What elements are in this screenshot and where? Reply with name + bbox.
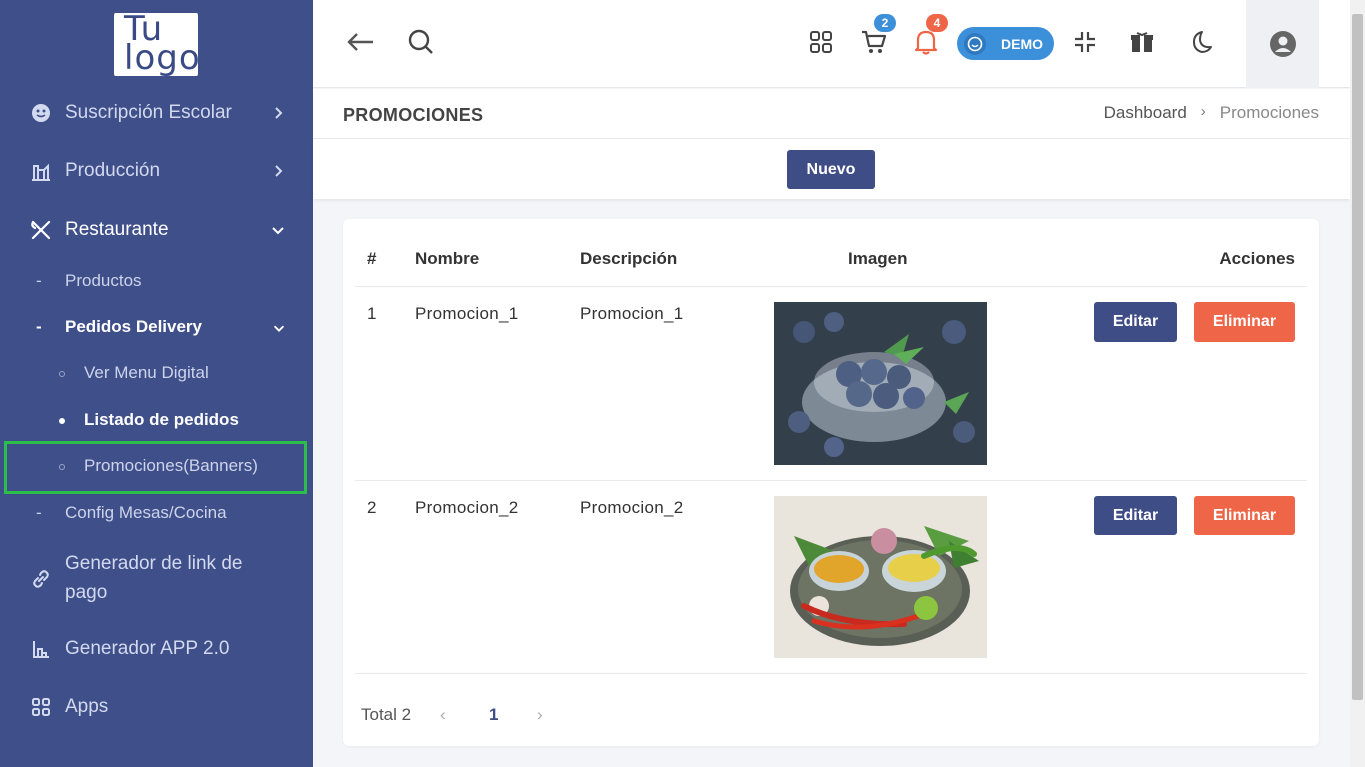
apps-icon (30, 696, 52, 718)
pagination-total: Total 2 (361, 705, 412, 724)
sidebar-sub-label: Pedidos Delivery (65, 317, 203, 336)
sidebar-item-label: Suscripción Escolar (65, 102, 232, 123)
dash-marker: - (36, 503, 42, 522)
scrollbar-thumb[interactable] (1352, 14, 1363, 700)
delete-button[interactable]: Eliminar (1194, 302, 1295, 342)
factory-icon (30, 160, 52, 182)
row-number: 1 (367, 304, 377, 323)
sidebar-sub-productos[interactable]: - Productos (0, 271, 313, 295)
action-bar: Nuevo (313, 139, 1350, 199)
sidebar-sub-label: Config Mesas/Cocina (65, 503, 227, 522)
divider (355, 480, 1307, 481)
column-header-descripcion: Descripción (580, 249, 678, 268)
sidebar-subsub-label: Ver Menu Digital (84, 363, 209, 382)
divider (355, 286, 1307, 287)
sidebar-item-apps[interactable]: Apps (0, 692, 313, 721)
dash-marker: - (36, 317, 42, 336)
demo-label: DEMO (1001, 36, 1043, 52)
column-header-number: # (367, 249, 377, 268)
promotions-table-card: # Nombre Descripción Imagen Acciones 1 P… (343, 219, 1319, 746)
sidebar-item-label: Generador de link de pago (65, 553, 243, 603)
chevron-left-icon[interactable]: ‹ (440, 705, 446, 725)
utensils-icon (30, 219, 52, 241)
row-descripcion: Promocion_2 (580, 498, 684, 517)
logo-line-2: logo (124, 38, 201, 78)
chevron-down-icon (273, 325, 285, 332)
sidebar-item-generador-link[interactable]: Generador de link de pago (0, 549, 313, 609)
back-arrow-icon[interactable] (345, 27, 375, 57)
divider (355, 673, 1307, 674)
breadcrumb: Dashboard › Promociones (1104, 103, 1319, 123)
gift-box-icon[interactable] (1127, 27, 1157, 57)
row-number: 2 (367, 498, 377, 517)
edit-button[interactable]: Editar (1094, 496, 1177, 535)
sidebar-sub-config-mesas[interactable]: - Config Mesas/Cocina (0, 503, 313, 527)
sidebar: Tu logo Suscripción Escolar Producción R… (0, 0, 313, 767)
chevron-down-icon (272, 226, 284, 234)
exit-fullscreen-icon[interactable] (1070, 27, 1100, 57)
search-icon[interactable] (406, 27, 436, 57)
sidebar-subsub-ver-menu-digital[interactable]: Ver Menu Digital (0, 363, 313, 387)
breadcrumb-dashboard[interactable]: Dashboard (1104, 103, 1187, 123)
sidebar-item-suscripcion-escolar[interactable]: Suscripción Escolar (0, 98, 313, 127)
blueberries-image (774, 302, 987, 465)
top-bar: 2 4 DEMO (313, 0, 1350, 88)
demo-toggle[interactable]: DEMO (957, 27, 1054, 60)
row-descripcion: Promocion_1 (580, 304, 684, 323)
row-nombre: Promocion_1 (415, 304, 519, 323)
smile-icon (964, 33, 986, 55)
user-avatar-icon (1269, 31, 1296, 57)
chevron-right-icon: › (1200, 103, 1206, 120)
delete-button[interactable]: Eliminar (1194, 496, 1295, 535)
new-button[interactable]: Nuevo (787, 150, 875, 189)
face-icon (30, 102, 52, 124)
bullet-icon (59, 371, 65, 377)
sidebar-item-label: Restaurante (65, 219, 169, 240)
app-builder-icon (30, 638, 52, 660)
sidebar-sub-pedidos-delivery[interactable]: - Pedidos Delivery (0, 317, 313, 341)
scrollbar[interactable] (1350, 0, 1365, 767)
chevron-right-icon (275, 164, 283, 177)
chevron-right-icon[interactable]: › (537, 705, 543, 725)
chevron-right-icon (275, 106, 283, 119)
sidebar-item-label: Producción (65, 160, 161, 181)
selection-highlight (4, 441, 307, 494)
sidebar-item-produccion[interactable]: Producción (0, 156, 313, 185)
bullet-icon (59, 418, 65, 424)
column-header-nombre: Nombre (415, 249, 480, 268)
grid-menu-icon[interactable] (806, 27, 836, 57)
dark-mode-moon-icon[interactable] (1185, 27, 1215, 57)
sidebar-item-label: Generador APP 2.0 (65, 638, 230, 659)
sidebar-subsub-listado-pedidos[interactable]: Listado de pedidos (0, 410, 313, 434)
cart-count-badge: 2 (874, 14, 896, 32)
column-header-acciones: Acciones (1219, 249, 1295, 268)
spices-plate-image (774, 496, 987, 658)
breadcrumb-current: Promociones (1219, 103, 1319, 122)
user-menu[interactable] (1246, 0, 1319, 88)
notification-count-badge: 4 (926, 14, 948, 32)
link-icon (30, 568, 52, 590)
column-header-imagen: Imagen (848, 249, 908, 268)
sidebar-subsub-label: Listado de pedidos (84, 410, 239, 429)
pagination-page[interactable]: 1 (489, 705, 498, 725)
edit-button[interactable]: Editar (1094, 302, 1177, 342)
page-header: PROMOCIONES Dashboard › Promociones (313, 89, 1350, 139)
logo[interactable]: Tu logo (114, 12, 201, 78)
page-title: PROMOCIONES (343, 105, 484, 125)
row-nombre: Promocion_2 (415, 498, 519, 517)
dash-marker: - (36, 271, 42, 290)
sidebar-sub-label: Productos (65, 271, 142, 290)
sidebar-item-restaurante[interactable]: Restaurante (0, 215, 313, 244)
sidebar-item-generador-app[interactable]: Generador APP 2.0 (0, 634, 313, 663)
sidebar-item-label: Apps (65, 696, 109, 717)
